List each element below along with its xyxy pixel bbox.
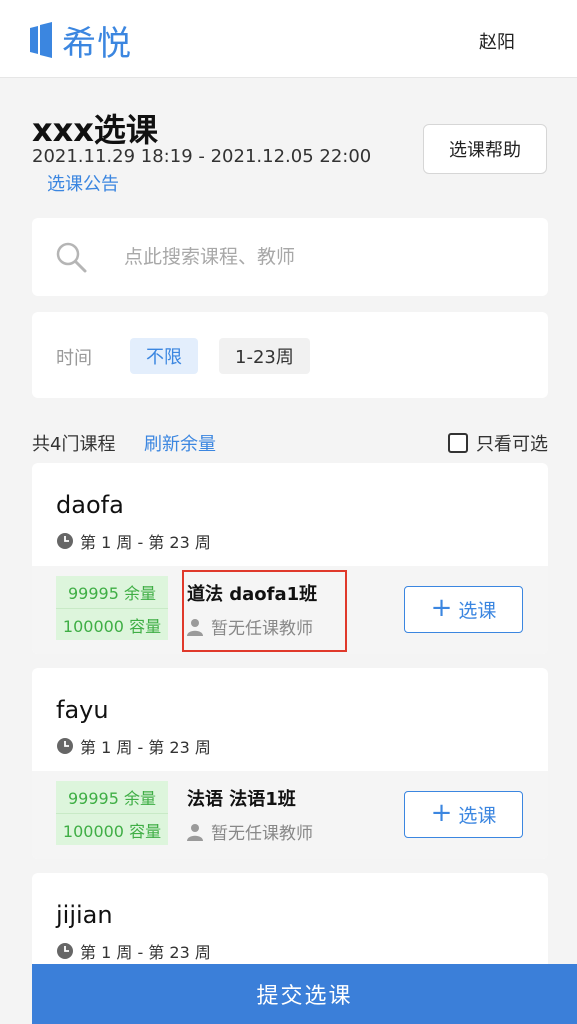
remaining-quota: 99995 余量 <box>56 576 168 608</box>
clock-icon <box>57 533 73 549</box>
refresh-quota-link[interactable]: 刷新余量 <box>144 430 216 456</box>
course-weeks: 第 1 周 - 第 23 周 <box>56 939 211 963</box>
help-button[interactable]: 选课帮助 <box>423 124 547 174</box>
brand-name: 希悦 <box>62 23 132 64</box>
filter-option-unlimited[interactable]: 不限 <box>130 338 198 374</box>
teacher-name: 暂无任课教师 <box>211 824 313 844</box>
select-course-button[interactable]: + 选课 <box>404 586 523 633</box>
course-weeks: 第 1 周 - 第 23 周 <box>56 529 211 553</box>
weeks-text: 第 1 周 - 第 23 周 <box>80 943 211 962</box>
plus-icon: + <box>430 798 453 828</box>
filter-label: 时间 <box>56 348 92 369</box>
selection-time-range: 2021.11.29 18:19 - 2021.12.05 22:00 <box>32 146 372 167</box>
quota-box: 99995 余量 100000 容量 <box>56 576 168 640</box>
search-icon <box>56 242 87 273</box>
only-available-toggle[interactable]: 只看可选 <box>448 430 548 456</box>
course-name: daofa <box>56 491 124 519</box>
announcement-link[interactable]: 选课公告 <box>47 170 119 196</box>
page-title: xxx选课 <box>32 111 158 149</box>
clock-icon <box>57 738 73 754</box>
user-name[interactable]: 赵阳 <box>479 28 515 54</box>
time-filter: 时间 不限 1-23周 <box>32 312 548 398</box>
course-name: fayu <box>56 696 109 724</box>
remaining-quota: 99995 余量 <box>56 781 168 813</box>
select-course-button[interactable]: + 选课 <box>404 791 523 838</box>
capacity: 100000 容量 <box>56 608 168 640</box>
logo-icon <box>30 22 52 58</box>
search-input[interactable] <box>124 246 504 268</box>
only-available-checkbox[interactable] <box>448 433 468 453</box>
course-name: jijian <box>56 901 113 929</box>
clock-icon <box>57 943 73 959</box>
teacher-info: 暂无任课教师 <box>187 819 313 844</box>
weeks-text: 第 1 周 - 第 23 周 <box>80 533 211 552</box>
person-icon <box>187 823 203 841</box>
submit-selection-button[interactable]: 提交选课 <box>32 964 577 1024</box>
only-available-label: 只看可选 <box>476 434 548 455</box>
select-label: 选课 <box>458 600 497 622</box>
quota-box: 99995 余量 100000 容量 <box>56 781 168 845</box>
class-name: 法语 法语1班 <box>187 789 296 810</box>
class-row: 99995 余量 100000 容量 法语 法语1班 暂无任课教师 + 选课 <box>32 771 548 859</box>
select-label: 选课 <box>458 805 497 827</box>
course-card: fayu 第 1 周 - 第 23 周 99995 余量 100000 容量 法… <box>32 668 548 859</box>
plus-icon: + <box>430 593 453 623</box>
weeks-text: 第 1 周 - 第 23 周 <box>80 738 211 757</box>
brand-logo[interactable]: 希悦 <box>30 20 132 64</box>
course-weeks: 第 1 周 - 第 23 周 <box>56 734 211 758</box>
list-toolbar: 共4门课程 刷新余量 只看可选 <box>32 428 548 456</box>
filter-option-weeks[interactable]: 1-23周 <box>219 338 310 374</box>
highlight-box <box>182 570 347 652</box>
top-header: 希悦 赵阳 <box>0 0 577 78</box>
capacity: 100000 容量 <box>56 813 168 845</box>
search-bar[interactable] <box>32 218 548 296</box>
class-row: 99995 余量 100000 容量 道法 daofa1班 暂无任课教师 + 选… <box>32 566 548 654</box>
course-count: 共4门课程 <box>32 434 116 455</box>
course-card: daofa 第 1 周 - 第 23 周 99995 余量 100000 容量 … <box>32 463 548 654</box>
